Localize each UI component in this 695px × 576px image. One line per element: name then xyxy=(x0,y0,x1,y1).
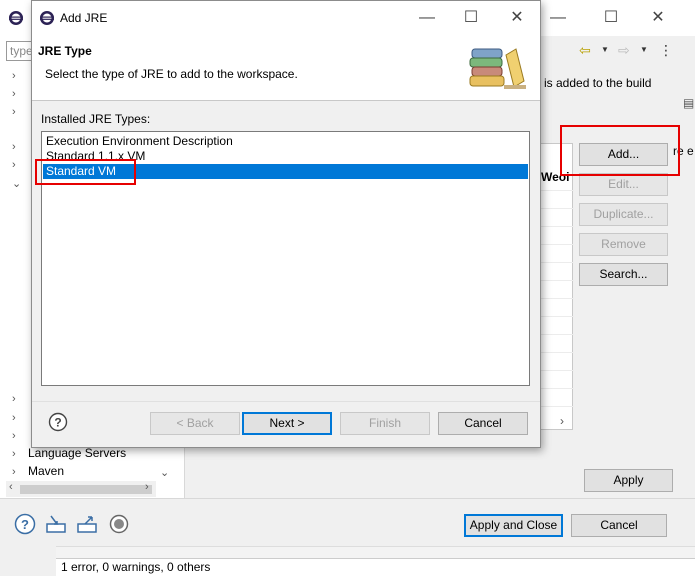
chevron-right-icon[interactable]: › xyxy=(12,141,16,153)
chevron-right-icon[interactable]: › xyxy=(12,412,16,424)
chevron-right-icon[interactable]: › xyxy=(12,430,16,442)
chevron-right-icon[interactable]: › xyxy=(12,106,16,118)
page-description: Select the type of JRE to add to the wor… xyxy=(45,67,298,81)
add-jre-dialog: Add JRE — ☐ ✕ JRE Type Select the type o… xyxy=(31,0,541,448)
back-menu-icon[interactable]: ▼ xyxy=(601,45,609,54)
forward-nav-icon[interactable]: ⇨ xyxy=(618,42,630,59)
svg-text:?: ? xyxy=(54,416,61,430)
problems-status-text: 1 error, 0 warnings, 0 others xyxy=(56,558,695,576)
dialog-header: JRE Type Select the type of JRE to add t… xyxy=(32,35,540,101)
apply-and-close-button[interactable]: Apply and Close xyxy=(464,514,563,537)
help-icon[interactable]: ? xyxy=(48,412,68,435)
chevron-right-icon[interactable]: › xyxy=(12,70,16,82)
export-icon[interactable] xyxy=(76,514,98,537)
page-icon: ▤ xyxy=(683,96,695,110)
table-scroll-right-icon[interactable]: › xyxy=(560,414,564,428)
chevron-right-icon[interactable]: › xyxy=(12,88,16,100)
chevron-right-icon[interactable]: › xyxy=(12,393,16,405)
chevron-down-icon[interactable]: ⌄ xyxy=(12,177,21,190)
jre-types-label: Installed JRE Types: xyxy=(41,112,151,126)
back-nav-icon[interactable]: ⇦ xyxy=(579,42,591,59)
duplicate-jre-button[interactable]: Duplicate... xyxy=(579,203,668,226)
edit-jre-button[interactable]: Edit... xyxy=(579,173,668,196)
scroll-right-icon[interactable]: › xyxy=(145,481,149,493)
minimize-icon[interactable]: — xyxy=(412,1,442,35)
tree-item-language-servers[interactable]: Language Servers xyxy=(28,446,126,460)
library-books-icon xyxy=(468,41,528,96)
eclipse-app-icon xyxy=(39,10,55,29)
import-icon[interactable] xyxy=(45,514,67,537)
tree-item-maven[interactable]: Maven xyxy=(28,464,64,478)
add-button-highlight xyxy=(560,125,680,176)
maximize-icon[interactable]: ☐ xyxy=(456,1,486,35)
eclipse-app-icon xyxy=(8,10,24,29)
description-text: is added to the build xyxy=(544,76,652,90)
views-tabbar-strip xyxy=(56,546,695,558)
next-button[interactable]: Next > xyxy=(242,412,332,435)
cancel-button[interactable]: Cancel xyxy=(571,514,667,537)
forward-menu-icon[interactable]: ▼ xyxy=(640,45,648,54)
scroll-down-icon[interactable]: ⌄ xyxy=(160,466,169,479)
standard-vm-highlight xyxy=(35,159,136,185)
svg-text:?: ? xyxy=(21,517,29,532)
more-options-icon[interactable]: ⋮ xyxy=(659,42,673,59)
installed-jres-table[interactable]: Weoi xyxy=(540,143,574,430)
list-item[interactable]: Execution Environment Description xyxy=(43,134,528,149)
dialog-cancel-button[interactable]: Cancel xyxy=(438,412,528,435)
scrollbar-thumb[interactable] xyxy=(20,485,152,494)
back-button[interactable]: < Back xyxy=(150,412,240,435)
remove-jre-button[interactable]: Remove xyxy=(579,233,668,256)
apply-button[interactable]: Apply xyxy=(584,469,673,492)
chevron-right-icon[interactable]: › xyxy=(12,159,16,171)
search-jre-button[interactable]: Search... xyxy=(579,263,668,286)
help-icon[interactable]: ? xyxy=(14,513,36,538)
dialog-titlebar: Add JRE — ☐ ✕ xyxy=(32,1,540,35)
tree-horizontal-scrollbar[interactable]: ‹ › xyxy=(6,481,156,497)
minimize-icon[interactable]: — xyxy=(543,0,573,36)
chevron-right-icon[interactable]: › xyxy=(12,466,16,478)
dialog-title: Add JRE xyxy=(60,11,108,25)
maximize-icon[interactable]: ☐ xyxy=(596,0,626,36)
page-heading: JRE Type xyxy=(38,44,92,58)
scroll-left-icon[interactable]: ‹ xyxy=(9,481,13,493)
close-icon[interactable]: ✕ xyxy=(502,1,532,35)
chevron-right-icon[interactable]: › xyxy=(12,448,16,460)
close-icon[interactable]: ✕ xyxy=(643,0,673,36)
dialog-separator xyxy=(32,401,540,402)
finish-button[interactable]: Finish xyxy=(340,412,430,435)
record-icon[interactable] xyxy=(109,514,129,537)
